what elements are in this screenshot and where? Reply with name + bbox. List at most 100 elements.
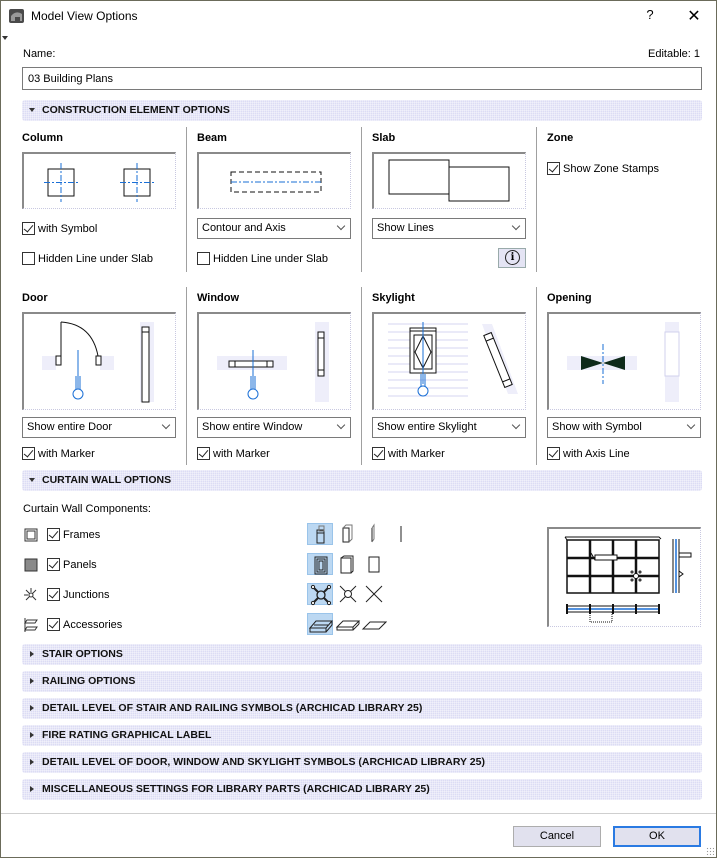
section-curtain-wall-options[interactable]: CURTAIN WALL OPTIONS	[22, 470, 702, 491]
chevron-down-icon	[161, 420, 171, 430]
opening-display-dropdown[interactable]: Show with Symbol	[547, 417, 701, 438]
skylight-title: Skylight	[372, 292, 415, 304]
collapse-triangle-icon	[30, 786, 34, 792]
name-input[interactable]	[22, 67, 702, 90]
frames-option-line-button[interactable]	[389, 523, 415, 545]
checkbox-checked-icon	[547, 447, 560, 460]
checkbox-checked-icon	[372, 447, 385, 460]
section-title: MISCELLANEOUS SETTINGS FOR LIBRARY PARTS…	[42, 783, 430, 795]
frames-option-detailed-button[interactable]	[307, 523, 333, 545]
column-hidden-line-checkbox[interactable]: Hidden Line under Slab	[22, 252, 153, 265]
checkbox-checked-icon	[22, 447, 35, 460]
slab-info-button[interactable]: i	[498, 248, 526, 268]
editable-count: Editable: 1	[648, 48, 700, 60]
frames-option-3d-button[interactable]	[335, 523, 361, 545]
divider	[186, 127, 187, 272]
door-symbol-icon	[42, 321, 154, 403]
dropdown-value: Show entire Skylight	[377, 421, 477, 433]
dropdown-value: Show with Symbol	[552, 421, 642, 433]
chevron-down-icon	[336, 420, 346, 430]
beam-symbol-icon	[230, 171, 322, 193]
frame-3d-icon	[342, 524, 353, 543]
panels-checkbox[interactable]: Panels	[47, 558, 97, 571]
window-with-marker-checkbox[interactable]: with Marker	[197, 447, 270, 460]
slab-title: Slab	[372, 132, 396, 144]
checkbox-label: Show Zone Stamps	[563, 162, 659, 175]
close-button[interactable]: ✕	[685, 6, 703, 26]
accessories-option-simple-button[interactable]	[335, 613, 361, 635]
checkbox-label: Panels	[63, 558, 97, 571]
section-construction-element-options[interactable]: CONSTRUCTION ELEMENT OPTIONS	[22, 100, 702, 121]
junctions-option-cross-button[interactable]	[361, 583, 387, 605]
section-door-window-skylight-detail-level[interactable]: DETAIL LEVEL OF DOOR, WINDOW AND SKYLIGH…	[22, 752, 702, 773]
opening-with-axis-checkbox[interactable]: with Axis Line	[547, 447, 630, 460]
dropdown-value: Contour and Axis	[202, 222, 286, 234]
beam-hidden-line-checkbox[interactable]: Hidden Line under Slab	[197, 252, 328, 265]
accessory-detailed-icon	[308, 620, 334, 633]
curtain-wall-components-label: Curtain Wall Components:	[23, 503, 151, 515]
accessory-outline-icon	[361, 621, 387, 630]
section-stair-railing-detail-level[interactable]: DETAIL LEVEL OF STAIR AND RAILING SYMBOL…	[22, 698, 702, 719]
section-title: DETAIL LEVEL OF STAIR AND RAILING SYMBOL…	[42, 702, 423, 714]
junctions-option-simple-button[interactable]	[335, 583, 361, 605]
checkbox-checked-icon	[22, 222, 35, 235]
expand-triangle-icon	[29, 108, 35, 112]
divider	[536, 287, 537, 465]
section-railing-options[interactable]: RAILING OPTIONS	[22, 671, 702, 692]
slab-display-dropdown[interactable]: Show Lines	[372, 218, 526, 239]
accessories-option-outline-button[interactable]	[361, 613, 387, 635]
window-display-dropdown[interactable]: Show entire Window	[197, 417, 351, 438]
door-with-marker-checkbox[interactable]: with Marker	[22, 447, 95, 460]
chevron-down-icon	[511, 221, 521, 231]
cancel-button[interactable]: Cancel	[513, 826, 601, 847]
checkbox-checked-icon	[47, 588, 60, 601]
panels-option-outline-button[interactable]	[361, 553, 387, 575]
checkbox-label: with Axis Line	[563, 447, 630, 460]
zone-show-stamps-checkbox[interactable]: Show Zone Stamps	[547, 162, 659, 175]
section-title: RAILING OPTIONS	[42, 675, 136, 687]
column-with-symbol-checkbox[interactable]: with Symbol	[22, 222, 97, 235]
opening-symbol-icon	[567, 322, 680, 402]
resize-grip-icon[interactable]	[706, 847, 714, 855]
frames-checkbox[interactable]: Frames	[47, 528, 100, 541]
accessories-option-detailed-button[interactable]	[307, 613, 334, 635]
collapse-triangle-icon	[30, 705, 34, 711]
divider	[536, 127, 537, 272]
accessories-checkbox[interactable]: Accessories	[47, 618, 122, 631]
name-label: Name:	[23, 48, 56, 60]
chevron-down-icon	[686, 420, 696, 430]
frames-icon	[24, 528, 38, 542]
beam-preview	[197, 152, 351, 209]
section-stair-options[interactable]: STAIR OPTIONS	[22, 644, 702, 665]
panels-option-3d-button[interactable]	[335, 553, 361, 575]
ok-button[interactable]: OK	[613, 826, 701, 847]
frames-option-thin-button[interactable]	[361, 523, 387, 545]
skylight-with-marker-checkbox[interactable]: with Marker	[372, 447, 445, 460]
chevron-down-icon	[511, 420, 521, 430]
divider	[361, 127, 362, 272]
collapse-triangle-icon	[30, 732, 34, 738]
junction-cross-icon	[365, 585, 383, 603]
column-preview	[22, 152, 176, 209]
checkbox-checked-icon	[547, 162, 560, 175]
junctions-option-detailed-button[interactable]	[307, 583, 333, 606]
checkbox-checked-icon	[47, 558, 60, 571]
skylight-preview	[372, 312, 526, 410]
accessory-simple-icon	[335, 620, 361, 631]
section-misc-library-settings[interactable]: MISCELLANEOUS SETTINGS FOR LIBRARY PARTS…	[22, 779, 702, 800]
junctions-checkbox[interactable]: Junctions	[47, 588, 109, 601]
panel-detailed-icon	[314, 556, 328, 575]
section-fire-rating-label[interactable]: FIRE RATING GRAPHICAL LABEL	[22, 725, 702, 746]
frame-detailed-icon	[316, 525, 325, 544]
help-button[interactable]: ?	[641, 7, 659, 22]
checkbox-checked-icon	[47, 528, 60, 541]
door-display-dropdown[interactable]: Show entire Door	[22, 417, 176, 438]
skylight-display-dropdown[interactable]: Show entire Skylight	[372, 417, 526, 438]
checkbox-unchecked-icon	[22, 252, 35, 265]
collapse-triangle-icon	[30, 651, 34, 657]
beam-display-dropdown[interactable]: Contour and Axis	[197, 218, 351, 239]
frame-line-icon	[400, 526, 402, 542]
door-preview	[22, 312, 176, 410]
panels-option-detailed-button[interactable]	[307, 553, 333, 575]
column-symbol-icon	[44, 163, 154, 202]
